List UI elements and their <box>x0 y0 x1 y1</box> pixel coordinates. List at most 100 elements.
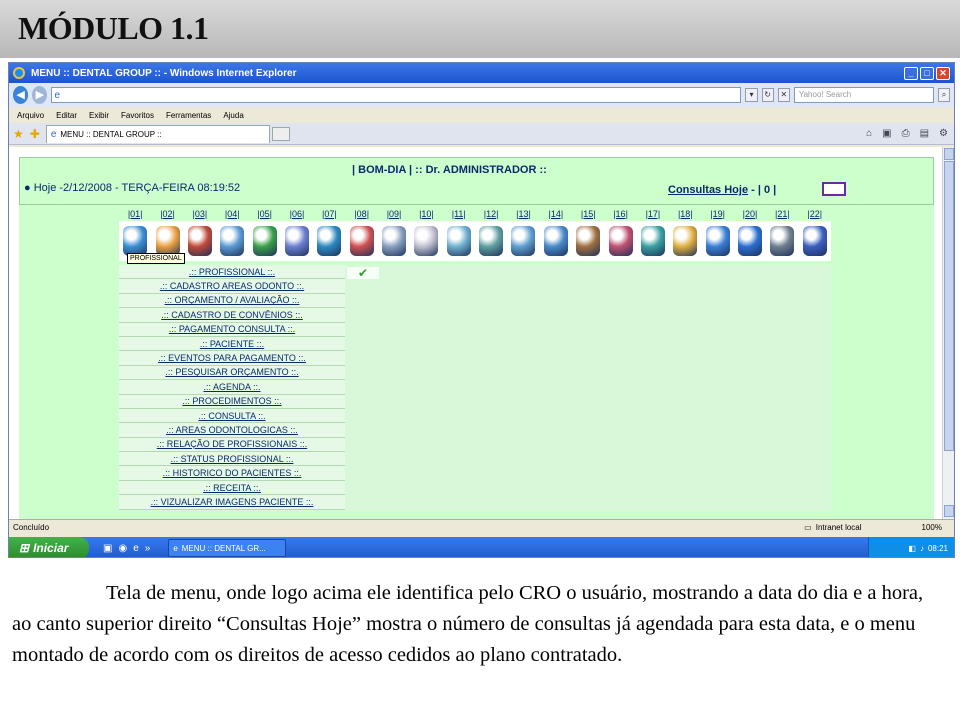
quicklaunch-ie-icon[interactable]: e <box>133 543 139 554</box>
url-input[interactable]: e <box>51 87 742 103</box>
module-tab-4[interactable]: |04| <box>216 209 248 221</box>
add-favorites-icon[interactable]: ✚ <box>30 127 40 141</box>
menu-item[interactable]: .:: AREAS ODONTOLOGICAS ::. <box>119 423 345 438</box>
consultas-hoje-link[interactable]: Consultas Hoje <box>668 184 748 196</box>
menu-item[interactable]: .:: AGENDA ::. <box>119 380 345 395</box>
menu-file[interactable]: Arquivo <box>17 111 44 120</box>
module-icon-11[interactable] <box>443 221 475 261</box>
module-tab-19[interactable]: |19| <box>701 209 733 221</box>
module-tab-5[interactable]: |05| <box>248 209 280 221</box>
forward-button[interactable]: ▶ <box>32 86 48 104</box>
module-icon-17[interactable] <box>637 221 669 261</box>
maximize-icon[interactable]: □ <box>920 66 934 80</box>
favorites-star-icon[interactable]: ★ <box>13 127 24 141</box>
stop-icon[interactable]: ✕ <box>777 88 790 102</box>
quicklaunch-desktop-icon[interactable]: ▣ <box>103 543 112 554</box>
menu-item[interactable]: .:: VIZUALIZAR IMAGENS PACIENTE ::. <box>119 495 345 510</box>
module-tab-14[interactable]: |14| <box>540 209 572 221</box>
module-tab-15[interactable]: |15| <box>572 209 604 221</box>
module-icon-16[interactable] <box>604 221 636 261</box>
scroll-up-icon[interactable] <box>944 148 954 160</box>
module-tab-7[interactable]: |07| <box>313 209 345 221</box>
new-tab-button[interactable] <box>271 126 290 141</box>
scroll-thumb[interactable] <box>944 161 954 451</box>
quicklaunch-more-icon[interactable]: » <box>145 543 151 554</box>
module-icon-13[interactable] <box>507 221 539 261</box>
module-tab-1[interactable]: |01| <box>119 209 151 221</box>
module-tab-17[interactable]: |17| <box>637 209 669 221</box>
search-icon[interactable]: ⌕ <box>937 88 950 102</box>
module-tab-21[interactable]: |21| <box>766 209 798 221</box>
module-icon-20[interactable] <box>734 221 766 261</box>
module-tab-2[interactable]: |02| <box>151 209 183 221</box>
scroll-down-icon[interactable] <box>944 505 954 517</box>
module-tab-11[interactable]: |11| <box>443 209 475 221</box>
module-tab-18[interactable]: |18| <box>669 209 701 221</box>
module-tab-10[interactable]: |10| <box>410 209 442 221</box>
taskbar-ie-window[interactable]: e MENU :: DENTAL GR... <box>168 539 287 557</box>
zoom-level[interactable]: 100% <box>922 523 942 532</box>
tray-volume-icon[interactable]: ♪ <box>920 544 924 553</box>
menu-favorites[interactable]: Favoritos <box>121 111 154 120</box>
menu-item[interactable]: .:: PROCEDIMENTOS ::. <box>119 394 345 409</box>
close-icon[interactable]: ✕ <box>936 66 950 80</box>
module-icon-12[interactable] <box>475 221 507 261</box>
menu-item[interactable]: .:: EVENTOS PARA PAGAMENTO ::. <box>119 351 345 366</box>
home-icon[interactable]: ⌂ <box>866 128 872 139</box>
module-tab-20[interactable]: |20| <box>734 209 766 221</box>
module-tab-22[interactable]: |22| <box>799 209 831 221</box>
print-icon[interactable]: ⎙ <box>902 128 910 139</box>
menu-item[interactable]: .:: ORÇAMENTO / AVALIAÇÃO ::. <box>119 293 345 309</box>
scrollbar[interactable] <box>942 147 954 519</box>
menu-item[interactable]: .:: HISTORICO DO PACIENTES ::. <box>119 466 345 481</box>
menu-item[interactable]: .:: PROFISSIONAL ::. <box>119 265 345 280</box>
menu-item[interactable]: .:: PAGAMENTO CONSULTA ::. <box>119 322 345 337</box>
module-tab-12[interactable]: |12| <box>475 209 507 221</box>
menu-item[interactable]: .:: RELAÇÃO DE PROFISSIONAIS ::. <box>119 437 345 453</box>
module-icon-19[interactable] <box>701 221 733 261</box>
module-icon-10[interactable] <box>410 221 442 261</box>
tools-gear-icon[interactable]: ⚙ <box>939 128 948 139</box>
module-tab-9[interactable]: |09| <box>378 209 410 221</box>
page-menu-icon[interactable]: ▤ <box>920 128 929 139</box>
module-tab-8[interactable]: |08| <box>346 209 378 221</box>
start-button[interactable]: ⊞ Iniciar <box>9 537 89 557</box>
menu-item[interactable]: .:: PACIENTE ::. <box>119 336 345 352</box>
module-icon-18[interactable] <box>669 221 701 261</box>
module-icon-4[interactable] <box>216 221 248 261</box>
module-icon-21[interactable] <box>766 221 798 261</box>
module-tab-13[interactable]: |13| <box>507 209 539 221</box>
module-tab-3[interactable]: |03| <box>184 209 216 221</box>
module-tab-16[interactable]: |16| <box>604 209 636 221</box>
menu-item[interactable]: .:: CADASTRO AREAS ODONTO ::. <box>119 279 345 294</box>
module-icon-14[interactable] <box>540 221 572 261</box>
menu-item[interactable]: .:: CADASTRO DE CONVÊNIOS ::. <box>119 308 345 323</box>
menu-item[interactable]: .:: RECEITA ::. <box>119 480 345 496</box>
menu-tools[interactable]: Ferramentas <box>166 111 211 120</box>
calendar-icon[interactable] <box>822 182 846 196</box>
module-icon-6[interactable] <box>281 221 313 261</box>
module-icon-3[interactable] <box>184 221 216 261</box>
menu-item[interactable]: .:: PESQUISAR ORÇAMENTO ::. <box>119 365 345 381</box>
module-icon-9[interactable] <box>378 221 410 261</box>
tab-menu[interactable]: e MENU :: DENTAL GROUP :: <box>45 124 270 143</box>
menu-item[interactable]: .:: STATUS PROFISSIONAL ::. <box>119 452 345 467</box>
module-icon-7[interactable] <box>313 221 345 261</box>
module-tab-6[interactable]: |06| <box>281 209 313 221</box>
menu-item[interactable]: .:: CONSULTA ::. <box>119 408 345 424</box>
dropdown-icon[interactable]: ▾ <box>745 88 758 102</box>
back-button[interactable]: ◀ <box>13 86 29 104</box>
minimize-icon[interactable]: _ <box>904 66 918 80</box>
menu-view[interactable]: Exibir <box>89 111 109 120</box>
quicklaunch-media-icon[interactable]: ◉ <box>118 543 127 554</box>
search-input[interactable]: Yahoo! Search <box>793 87 934 103</box>
module-icon-15[interactable] <box>572 221 604 261</box>
module-icon-5[interactable] <box>248 221 280 261</box>
menu-help[interactable]: Ajuda <box>223 111 243 120</box>
menu-edit[interactable]: Editar <box>56 111 77 120</box>
module-icon-22[interactable] <box>799 221 831 261</box>
feeds-icon[interactable]: ▣ <box>882 128 891 139</box>
module-icon-8[interactable] <box>346 221 378 261</box>
refresh-icon[interactable]: ↻ <box>761 88 774 102</box>
tray-network-icon[interactable]: ◧ <box>908 544 916 553</box>
